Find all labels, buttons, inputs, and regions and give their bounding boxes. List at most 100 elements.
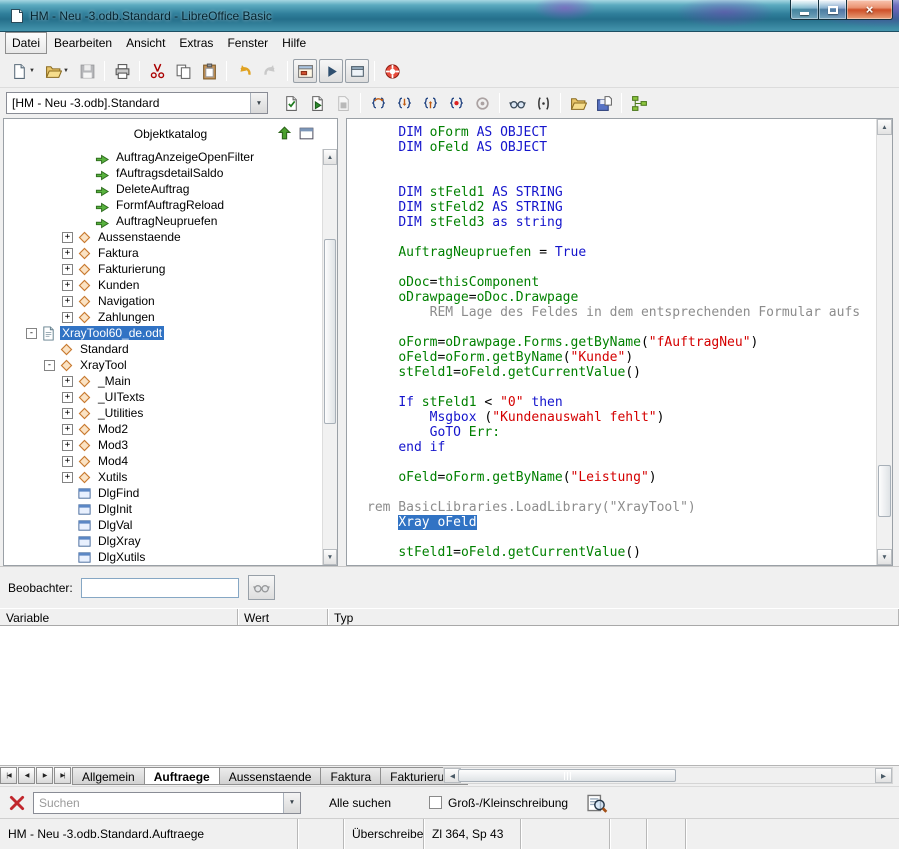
undo-button[interactable] [232, 59, 256, 83]
tabs-last-button[interactable]: ▶| [54, 767, 71, 784]
object-catalog-tree[interactable]: AuftragAnzeigeOpenFilterfAuftragsdetailS… [4, 149, 322, 565]
tree-item-kunden[interactable]: +Kunden [4, 277, 322, 293]
code-editor[interactable]: DIM oForm AS OBJECT DIM oFeld AS OBJECT … [347, 119, 875, 565]
tree-item-formfauftragreload[interactable]: FormfAuftragReload [4, 197, 322, 213]
tree-item-dlgval[interactable]: DlgVal [4, 517, 322, 533]
expand-icon[interactable]: + [62, 456, 73, 467]
title-bar[interactable]: HM - Neu -3.odb.Standard - LibreOffice B… [0, 0, 899, 32]
tabs-next-button[interactable]: ▶ [36, 767, 53, 784]
scroll-right-icon[interactable]: ▶ [875, 768, 892, 783]
print-button[interactable] [110, 59, 134, 83]
watch-table-body[interactable] [0, 626, 899, 766]
maximize-button[interactable] [818, 0, 847, 20]
procedure-step-button[interactable] [366, 91, 390, 115]
catalog-scrollbar-thumb[interactable] [324, 239, 336, 424]
collapse-icon[interactable]: - [26, 328, 37, 339]
save-button[interactable] [75, 59, 99, 83]
search-all-button[interactable]: Alle suchen [325, 794, 395, 812]
library-select[interactable]: [HM - Neu -3.odb].Standard ▼ [6, 92, 268, 114]
redo-button[interactable] [258, 59, 282, 83]
match-case-label[interactable]: Groß-/Kleinschreibung [448, 796, 568, 810]
menu-hilfe[interactable]: Hilfe [275, 32, 313, 54]
tree-item-dlgxutils[interactable]: DlgXutils [4, 549, 322, 565]
menu-extras[interactable]: Extras [172, 32, 220, 54]
cut-button[interactable] [145, 59, 169, 83]
windows-button[interactable] [345, 59, 369, 83]
expand-icon[interactable]: + [62, 408, 73, 419]
object-catalog-button[interactable] [627, 91, 651, 115]
expand-icon[interactable]: + [62, 392, 73, 403]
step-out-button[interactable] [418, 91, 442, 115]
export-source-button[interactable] [592, 91, 616, 115]
editor-horizontal-scrollbar[interactable]: ◀ ▶ [443, 767, 893, 784]
close-search-icon[interactable] [8, 794, 26, 812]
status-cell-2[interactable]: Überschreiben [344, 819, 424, 849]
watch-input[interactable] [81, 578, 239, 598]
tree-item-fakturierung[interactable]: +Fakturierung [4, 261, 322, 277]
tree-item-mod2[interactable]: +Mod2 [4, 421, 322, 437]
status-cell-3[interactable]: Zl 364, Sp 43 [424, 819, 521, 849]
tree-item-dlgxray[interactable]: DlgXray [4, 533, 322, 549]
scroll-up-icon[interactable]: ▲ [323, 149, 337, 165]
expand-icon[interactable]: + [62, 280, 73, 291]
expand-icon[interactable]: + [62, 248, 73, 259]
run-button[interactable] [305, 91, 329, 115]
compile-button[interactable] [279, 91, 303, 115]
expand-icon[interactable]: + [62, 472, 73, 483]
library-select-dropdown-button[interactable]: ▼ [250, 93, 267, 113]
menu-datei[interactable]: Datei [5, 32, 47, 54]
minimize-button[interactable] [790, 0, 819, 20]
catalog-scrollbar[interactable]: ▲ ▼ [322, 149, 337, 565]
paste-button[interactable] [197, 59, 221, 83]
match-case-checkbox[interactable] [429, 796, 442, 809]
tab-aussenstaende[interactable]: Aussenstaende [219, 767, 322, 785]
expand-icon[interactable]: + [62, 312, 73, 323]
expand-icon[interactable]: + [62, 440, 73, 451]
menu-fenster[interactable]: Fenster [220, 32, 275, 54]
tree-item-faktura[interactable]: +Faktura [4, 245, 322, 261]
menu-bearbeiten[interactable]: Bearbeiten [47, 32, 119, 54]
help-button[interactable] [380, 59, 404, 83]
menu-ansicht[interactable]: Ansicht [119, 32, 172, 54]
toggle-breakpoint-button[interactable] [444, 91, 468, 115]
expand-icon[interactable]: + [62, 424, 73, 435]
search-icon[interactable] [586, 792, 608, 814]
expand-icon[interactable]: + [62, 376, 73, 387]
catalog-dock-button[interactable] [296, 123, 316, 143]
tree-item--utilities[interactable]: +_Utilities [4, 405, 322, 421]
tree-item--uitexts[interactable]: +_UITexts [4, 389, 322, 405]
collapse-icon[interactable]: - [44, 360, 55, 371]
tree-item-xutils[interactable]: +Xutils [4, 469, 322, 485]
manage-breakpoints-button[interactable] [470, 91, 494, 115]
copy-button[interactable] [171, 59, 195, 83]
scroll-up-icon[interactable]: ▲ [877, 119, 892, 135]
tree-item-mod4[interactable]: +Mod4 [4, 453, 322, 469]
expand-icon[interactable]: + [62, 264, 73, 275]
expand-icon[interactable]: + [62, 232, 73, 243]
tree-item-dlginit[interactable]: DlgInit [4, 501, 322, 517]
catalog-up-button[interactable] [274, 123, 294, 143]
tree-item-deleteauftrag[interactable]: DeleteAuftrag [4, 181, 322, 197]
tabs-first-button[interactable]: |◀ [0, 767, 17, 784]
open-button[interactable]: ▼ [41, 59, 73, 83]
tree-item-auftraganzeigeopenfilter[interactable]: AuftragAnzeigeOpenFilter [4, 149, 322, 165]
dialog-button[interactable] [293, 59, 317, 83]
new-button[interactable]: ▼ [7, 59, 39, 83]
tab-faktura[interactable]: Faktura [320, 767, 381, 785]
tree-item-mod3[interactable]: +Mod3 [4, 437, 322, 453]
play-button[interactable] [319, 59, 343, 83]
import-source-button[interactable] [566, 91, 590, 115]
remove-watch-button[interactable] [248, 575, 275, 600]
scroll-down-icon[interactable]: ▼ [323, 549, 337, 565]
search-input[interactable]: Suchen ▼ [33, 792, 301, 814]
expand-icon[interactable]: + [62, 296, 73, 307]
editor-scrollbar-thumb[interactable] [878, 465, 891, 517]
scroll-down-icon[interactable]: ▼ [877, 549, 892, 565]
search-dropdown-button[interactable]: ▼ [283, 793, 300, 813]
close-button[interactable]: × [846, 0, 893, 20]
tabs-prev-button[interactable]: ◀ [18, 767, 35, 784]
editor-vertical-scrollbar[interactable]: ▲ ▼ [876, 119, 892, 565]
tab-allgemein[interactable]: Allgemein [72, 767, 145, 785]
tree-item--main[interactable]: +_Main [4, 373, 322, 389]
enable-watch-button[interactable] [505, 91, 529, 115]
